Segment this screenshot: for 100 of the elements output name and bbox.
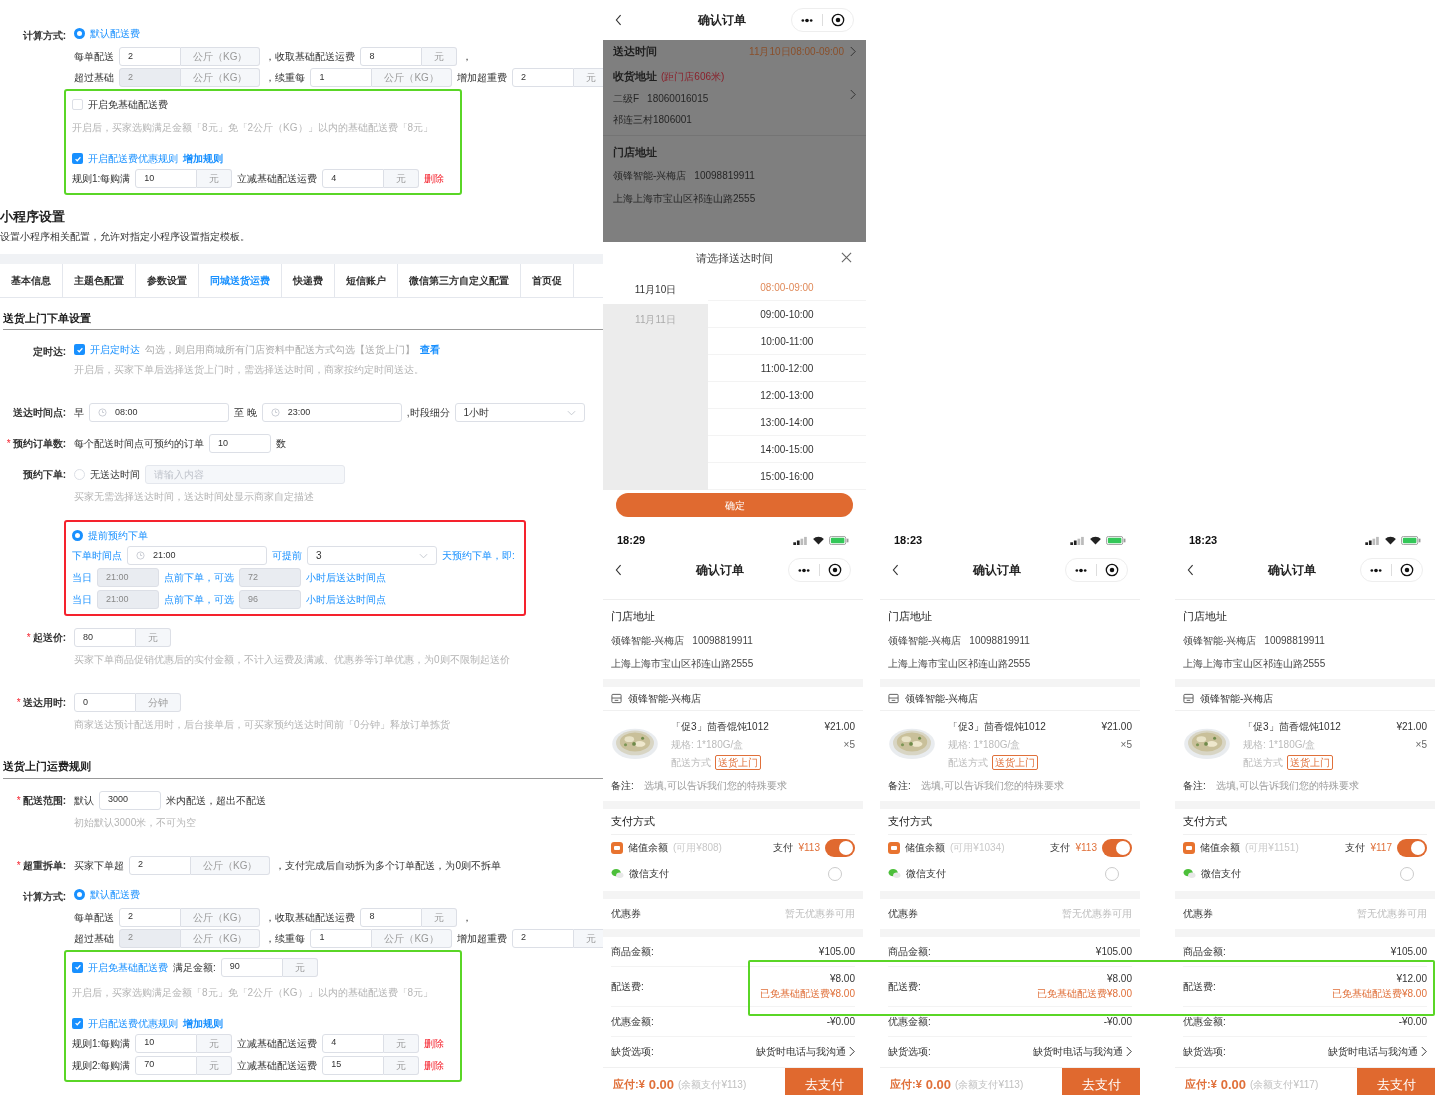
field-text: 早 [74, 406, 84, 420]
payment-method: 微信支付 [629, 867, 669, 881]
input-field[interactable]: 90 [220, 957, 283, 977]
radio-icon[interactable] [74, 888, 85, 900]
input-field[interactable]: 10 [135, 169, 198, 188]
toggle-switch[interactable] [1102, 838, 1132, 857]
checkbox-icon[interactable] [72, 1017, 83, 1029]
select-field[interactable]: 3 [307, 546, 437, 565]
signal-icon [793, 535, 808, 545]
hint-text: 初始默认3000米，不可为空 [74, 815, 198, 830]
input-field[interactable]: 3000 [99, 790, 161, 810]
field-label: 优惠券 [888, 907, 918, 921]
time-slot[interactable]: 09:00-10:00 [708, 301, 866, 328]
input-field[interactable]: 70 [135, 1055, 198, 1075]
more-icon[interactable] [800, 17, 814, 23]
field-text: ,时段细分 [406, 406, 450, 420]
date-item[interactable]: 11月10日 [603, 274, 708, 304]
capsule-menu[interactable] [791, 8, 854, 32]
close-icon[interactable] [841, 252, 852, 263]
time-slot[interactable]: 11:00-12:00 [708, 355, 866, 382]
time-slot[interactable]: 10:00-11:00 [708, 328, 866, 355]
wallet-icon [1183, 841, 1195, 854]
input-field[interactable]: 1 [310, 68, 373, 87]
phone-number: 18060016015 [647, 91, 709, 106]
quantity-text: ×5 [1415, 737, 1427, 752]
time-slot[interactable]: 12:00-13:00 [708, 382, 866, 409]
time-field[interactable]: 23:00 [261, 403, 402, 422]
waiver-note: 已免基础配送费¥8.00 [1331, 987, 1427, 1001]
form-label: 配送范围: [22, 793, 66, 808]
back-icon[interactable] [1187, 564, 1194, 576]
back-icon[interactable] [615, 564, 622, 576]
checkbox-icon[interactable] [72, 99, 83, 110]
remark-field[interactable]: 选填,可以告诉我们您的特殊要求 [643, 778, 855, 793]
field-label: 商品金额: [1183, 944, 1226, 959]
tab[interactable]: 主题色配置 [63, 263, 136, 297]
toggle-switch[interactable] [1397, 838, 1427, 857]
input-field[interactable]: 8 [360, 907, 423, 927]
target-icon[interactable] [828, 563, 842, 577]
chevron-right-icon[interactable] [849, 1046, 855, 1057]
time-slot[interactable]: 13:00-14:00 [708, 409, 866, 436]
time-slot[interactable]: 15:00-16:00 [708, 463, 866, 490]
delete-link[interactable]: 删除 [424, 1035, 445, 1051]
field-text: ，续重每 [265, 71, 306, 85]
checkbox-icon[interactable] [74, 344, 85, 355]
radio-option[interactable]: 无送达时间 [74, 467, 140, 482]
remark-field[interactable]: 选填,可以告诉我们您的特殊要求 [920, 778, 1132, 793]
tab[interactable]: 首页促 [521, 263, 574, 297]
input-field[interactable]: 8 [360, 47, 423, 66]
input-field[interactable]: 4 [322, 169, 385, 188]
radio-icon[interactable] [74, 28, 85, 39]
input-field[interactable]: 2 [119, 47, 181, 66]
field-text: 超过基础 [74, 931, 114, 946]
delete-link[interactable]: 删除 [424, 171, 445, 186]
tab[interactable]: 微信第三方自定义配置 [398, 263, 521, 297]
more-icon[interactable] [1074, 567, 1088, 573]
chevron-right-icon[interactable] [1126, 1046, 1132, 1057]
capsule-menu[interactable] [788, 558, 851, 582]
option-value[interactable]: 缺货时电话与我沟通 [1328, 1044, 1418, 1059]
chevron-right-icon[interactable] [1421, 1046, 1427, 1057]
capsule-menu[interactable] [1065, 558, 1128, 582]
target-icon[interactable] [831, 13, 845, 27]
page-title: 小程序设置 [0, 208, 66, 226]
input-field[interactable]: 4 [322, 1033, 385, 1053]
input-field[interactable]: 2 [119, 907, 181, 927]
radio-icon[interactable] [72, 530, 83, 541]
tab[interactable]: 快递费 [282, 263, 335, 297]
capsule-menu[interactable] [1360, 558, 1423, 582]
input-field[interactable]: 80 [74, 628, 136, 647]
target-icon[interactable] [1400, 563, 1414, 577]
tab[interactable]: 短信账户 [335, 263, 398, 297]
input-field[interactable]: 2 [129, 855, 191, 875]
back-icon[interactable] [615, 14, 622, 26]
option-value[interactable]: 缺货时电话与我沟通 [1033, 1044, 1123, 1059]
store-icon [1183, 692, 1194, 704]
clock-icon [98, 408, 107, 417]
input-field[interactable]: 0 [74, 693, 136, 712]
back-icon[interactable] [892, 564, 899, 576]
time-field[interactable]: 21:00 [127, 546, 267, 565]
input-field[interactable]: 1 [310, 928, 373, 948]
remark-field[interactable]: 选填,可以告诉我们您的特殊要求 [1215, 778, 1427, 793]
select-field[interactable]: 1小时 [454, 403, 585, 422]
input-field[interactable]: 2 [511, 928, 574, 948]
time-slot[interactable]: 14:00-15:00 [708, 436, 866, 463]
time-field[interactable]: 08:00 [89, 403, 229, 422]
target-icon[interactable] [1105, 563, 1119, 577]
more-icon[interactable] [1369, 567, 1383, 573]
input-field[interactable]: 10 [135, 1033, 198, 1053]
input-field[interactable]: 2 [511, 68, 574, 87]
unit-label: 公斤（KG） [372, 68, 452, 87]
toggle-switch[interactable] [825, 838, 855, 857]
input-field[interactable]: 15 [322, 1055, 385, 1075]
checkbox-option[interactable]: 开启免基础配送费 [72, 97, 168, 112]
option-value[interactable]: 缺货时电话与我沟通 [756, 1044, 846, 1059]
tab[interactable]: 基本信息 [0, 263, 63, 297]
delete-link[interactable]: 删除 [424, 1057, 445, 1073]
checkbox-icon[interactable] [72, 153, 83, 164]
checkbox-icon[interactable] [72, 961, 83, 973]
unit-label: 元 [136, 628, 171, 647]
more-icon[interactable] [797, 567, 811, 573]
input-field[interactable]: 10 [209, 434, 271, 453]
